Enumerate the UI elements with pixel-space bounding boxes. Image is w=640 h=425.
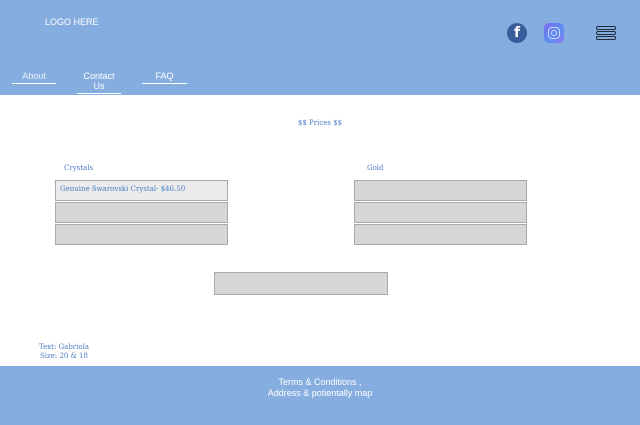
gold-row[interactable] <box>354 180 527 201</box>
nav-link-about[interactable]: About <box>12 71 56 84</box>
font-note-line: Text: Gabriola <box>38 343 90 351</box>
hamburger-menu-icon[interactable] <box>596 26 616 40</box>
gold-row[interactable] <box>354 224 527 245</box>
logo[interactable]: LOGO HERE <box>45 17 99 27</box>
footer: Terms & Conditions , Address & potiental… <box>0 366 640 425</box>
menu-bar <box>596 26 616 30</box>
center-placeholder-box[interactable] <box>214 272 388 295</box>
crystals-label: Crystals <box>64 164 94 172</box>
instagram-icon[interactable] <box>544 23 564 43</box>
nav-link-contact-us[interactable]: Contact Us <box>77 71 121 94</box>
menu-bar <box>596 31 616 35</box>
crystals-row[interactable] <box>55 224 228 245</box>
menu-bar <box>596 36 616 40</box>
font-note-line: Size: 20 & 18 <box>40 352 88 360</box>
gold-label: Gold <box>367 164 384 172</box>
crystals-row[interactable]: Genuine Swarovski Crystal- $46.50 <box>55 180 228 201</box>
crystals-row[interactable] <box>55 202 228 223</box>
facebook-icon[interactable]: f <box>507 23 527 43</box>
gold-row[interactable] <box>354 202 527 223</box>
font-note: Text: Gabriola Size: 20 & 18 <box>28 343 100 361</box>
header: LOGO HERE f About Contact Us FAQ <box>0 0 640 95</box>
crystals-row-text: Genuine Swarovski Crystal- $46.50 <box>60 185 186 193</box>
footer-address[interactable]: Address & potientally map <box>0 388 640 398</box>
footer-terms[interactable]: Terms & Conditions , <box>0 377 640 387</box>
nav-link-faq[interactable]: FAQ <box>142 71 187 84</box>
prices-heading: $$ Prices $$ <box>297 119 343 127</box>
instagram-glyph <box>548 27 560 39</box>
